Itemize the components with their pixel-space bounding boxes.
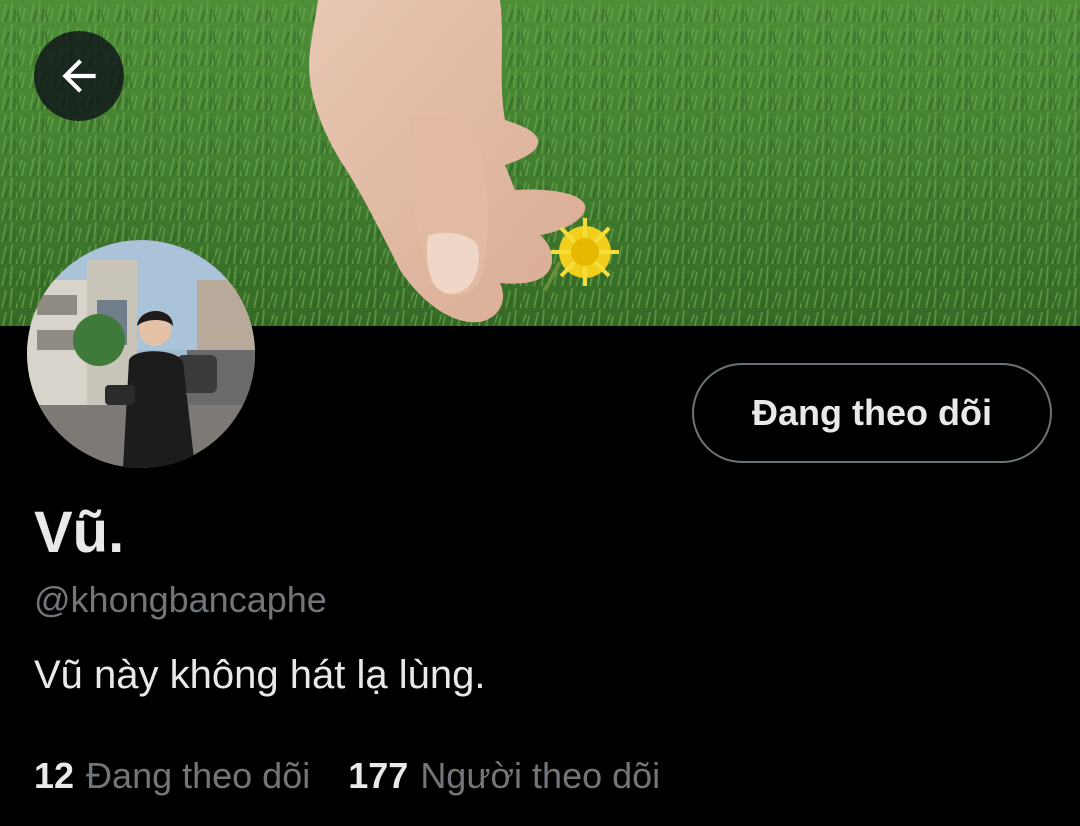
following-label: Đang theo dõi	[86, 755, 311, 796]
display-name: Vũ.	[34, 500, 125, 565]
following-count: 12	[34, 755, 75, 796]
username-handle: @khongbancaphe	[34, 579, 327, 620]
following-count-link[interactable]: 12 Đang theo dõi	[34, 754, 310, 798]
profile-stats: 12 Đang theo dõi 177 Người theo dõi	[34, 754, 660, 798]
followers-label: Người theo dõi	[420, 755, 661, 796]
followers-count-link[interactable]: 177 Người theo dõi	[348, 754, 660, 798]
followers-count: 177	[348, 755, 409, 796]
arrow-left-icon	[62, 59, 96, 93]
avatar-photo	[27, 240, 255, 468]
back-button[interactable]	[34, 31, 124, 121]
profile-bio: Vũ này không hát lạ lùng.	[34, 653, 486, 697]
profile-page: Đang theo dõi Vũ. @khongbancaphe Vũ này …	[0, 0, 1080, 826]
following-button[interactable]: Đang theo dõi	[692, 363, 1052, 463]
avatar[interactable]	[27, 240, 255, 468]
following-button-label: Đang theo dõi	[752, 392, 992, 433]
